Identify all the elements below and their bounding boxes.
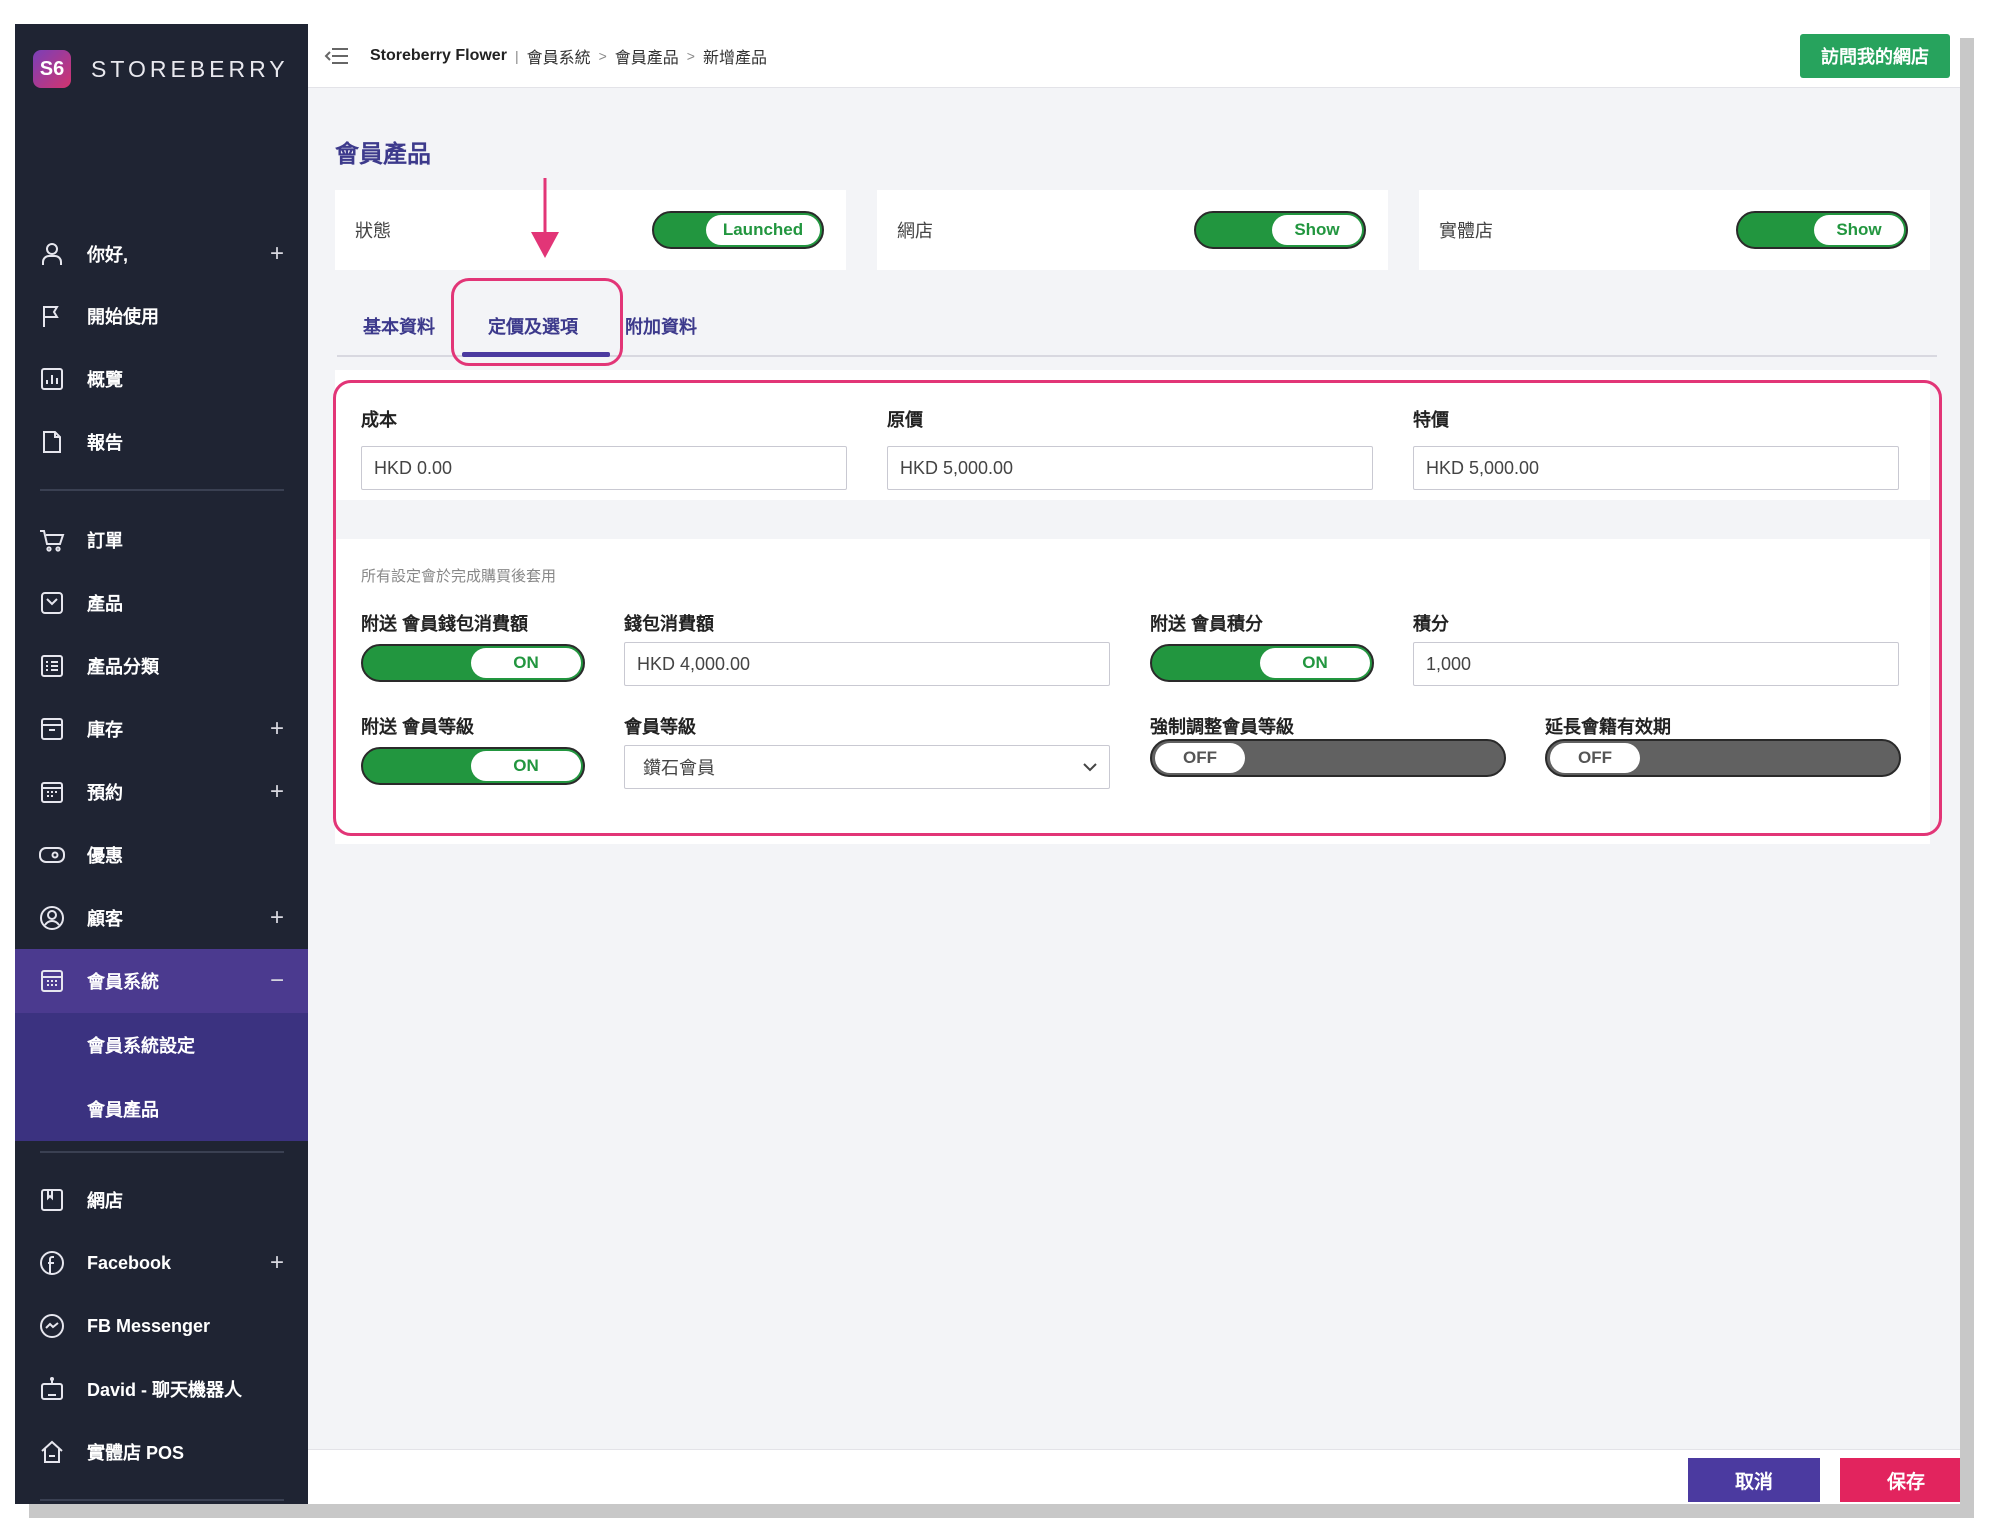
shop-icon (37, 1185, 67, 1215)
sidebar-divider (40, 1499, 284, 1501)
launched-toggle[interactable]: Launched (652, 211, 824, 249)
expand-icon[interactable]: + (270, 240, 284, 268)
sidebar-item-pos[interactable]: 實體店 POS (15, 1420, 308, 1484)
ticket-icon (37, 840, 67, 870)
sidebar-item-label: 預約 (87, 783, 123, 803)
sidebar-item-categories[interactable]: 產品分類 (15, 634, 308, 698)
robot-icon (37, 1374, 67, 1404)
membership-icon (37, 966, 67, 996)
user-icon (37, 239, 67, 269)
sidebar-item-facebook[interactable]: Facebook + (15, 1231, 308, 1295)
list-icon (37, 651, 67, 681)
brand[interactable]: S6 STOREBERRY (15, 24, 308, 114)
sidebar-item-products[interactable]: 產品 (15, 571, 308, 635)
facebook-icon (37, 1248, 67, 1278)
storeberry-logo-icon: S6 (33, 50, 71, 88)
tab-highlight-annotation (451, 278, 623, 366)
customer-icon (37, 903, 67, 933)
sidebar-divider (40, 1151, 284, 1153)
breadcrumb-item[interactable]: 會員產品 (615, 44, 679, 68)
sidebar-item-label: 網店 (87, 1191, 123, 1211)
breadcrumb-item-current: 新增產品 (702, 49, 767, 67)
sidebar-item-online-store[interactable]: 網店 (15, 1168, 308, 1232)
cart-icon (37, 525, 67, 555)
sidebar-item-hello[interactable]: 你好, + (15, 222, 308, 286)
expand-icon[interactable]: + (270, 1249, 284, 1277)
pricing-highlight-annotation (333, 380, 1942, 836)
breadcrumb: Storeberry Flower | 會員系統 > 會員產品 > 新增產品 (370, 44, 767, 68)
sidebar-item-get-started[interactable]: 開始使用 (15, 284, 308, 348)
status-label: 狀態 (355, 221, 391, 241)
cancel-button[interactable]: 取消 (1688, 1458, 1820, 1502)
collapse-icon[interactable]: − (270, 967, 284, 995)
sidebar-subitem-membership-settings[interactable]: 會員系統設定 (15, 1013, 308, 1077)
sidebar-divider (40, 489, 284, 491)
brand-name: STOREBERRY (91, 55, 289, 82)
page-title: 會員產品 (335, 141, 431, 168)
document-icon (37, 427, 67, 457)
sidebar-subitem-membership-products[interactable]: 會員產品 (15, 1077, 308, 1141)
sidebar-item-label: 報告 (87, 433, 123, 453)
home-icon (37, 1437, 67, 1467)
sidebar-item-label: 庫存 (87, 720, 123, 740)
calendar-icon (37, 777, 67, 807)
sidebar-item-label: Facebook (87, 1252, 172, 1273)
tab-basic-info[interactable]: 基本資料 (363, 294, 435, 357)
sidebar-item-inventory[interactable]: 庫存 + (15, 697, 308, 761)
expand-icon[interactable]: + (270, 904, 284, 932)
topbar: Storeberry Flower | 會員系統 > 會員產品 > 新增產品 訪… (308, 24, 1960, 88)
sidebar-item-discounts[interactable]: 優惠 (15, 823, 308, 887)
inventory-icon (37, 714, 67, 744)
sidebar-item-reports[interactable]: 報告 (15, 410, 308, 474)
online-store-toggle[interactable]: Show (1194, 211, 1366, 249)
sidebar-item-orders[interactable]: 訂單 (15, 508, 308, 572)
expand-icon[interactable]: + (270, 778, 284, 806)
status-card-physical-store: 實體店 Show (1419, 190, 1930, 270)
save-button[interactable]: 保存 (1840, 1458, 1960, 1502)
breadcrumb-separator: | (514, 47, 519, 64)
messenger-icon (37, 1311, 67, 1341)
status-label: 網店 (897, 221, 933, 241)
product-icon (37, 588, 67, 618)
sidebar-item-label: 概覽 (87, 370, 123, 390)
sidebar-item-label: David - 聊天機器人 (87, 1380, 243, 1400)
sidebar-item-overview[interactable]: 概覽 (15, 347, 308, 411)
breadcrumb-item[interactable]: Storeberry Flower (370, 47, 507, 65)
status-label: 實體店 (1439, 221, 1493, 241)
breadcrumb-item[interactable]: 會員系統 (527, 44, 591, 68)
sidebar-item-label: 會員系統 (87, 972, 159, 992)
status-card-launch: 狀態 Launched (335, 190, 846, 270)
sidebar-item-membership[interactable]: 會員系統 − (15, 949, 308, 1013)
app-frame: S6 STOREBERRY 你好, + 開始使用 概覽 報告 訂單 產品 產品分… (15, 24, 1960, 1504)
flag-icon (37, 301, 67, 331)
sidebar-item-label: 產品分類 (87, 657, 159, 677)
footer-bar: 取消 保存 (308, 1449, 1960, 1504)
status-card-online-store: 網店 Show (877, 190, 1388, 270)
sidebar-item-label: 開始使用 (87, 307, 159, 327)
chevron-right-icon: > (598, 47, 607, 64)
toggle-knob: Show (1272, 215, 1362, 245)
annotation-arrow-icon (531, 178, 559, 258)
toggle-knob: Launched (706, 215, 820, 245)
toggle-knob: Show (1814, 215, 1904, 245)
sidebar-item-chatbot[interactable]: David - 聊天機器人 (15, 1357, 308, 1421)
sidebar-item-label: 你好, (87, 245, 129, 265)
sidebar-item-label: 產品 (87, 594, 123, 614)
sidebar-item-label: 訂單 (87, 531, 123, 551)
collapse-menu-icon[interactable] (324, 46, 350, 66)
sidebar-item-customers[interactable]: 顧客 + (15, 886, 308, 950)
sidebar-item-label: 實體店 POS (87, 1443, 185, 1463)
chart-icon (37, 364, 67, 394)
sidebar-item-messenger[interactable]: FB Messenger (15, 1294, 308, 1358)
tab-additional-info[interactable]: 附加資料 (625, 294, 697, 357)
sidebar-item-label: FB Messenger (87, 1315, 211, 1336)
sidebar-item-booking[interactable]: 預約 + (15, 760, 308, 824)
sidebar: S6 STOREBERRY 你好, + 開始使用 概覽 報告 訂單 產品 產品分… (15, 24, 308, 1504)
sidebar-item-label: 顧客 (87, 909, 123, 929)
chevron-right-icon: > (686, 47, 695, 64)
expand-icon[interactable]: + (270, 715, 284, 743)
visit-store-button[interactable]: 訪問我的網店 (1800, 34, 1950, 78)
physical-store-toggle[interactable]: Show (1736, 211, 1908, 249)
sidebar-item-label: 優惠 (87, 846, 123, 866)
